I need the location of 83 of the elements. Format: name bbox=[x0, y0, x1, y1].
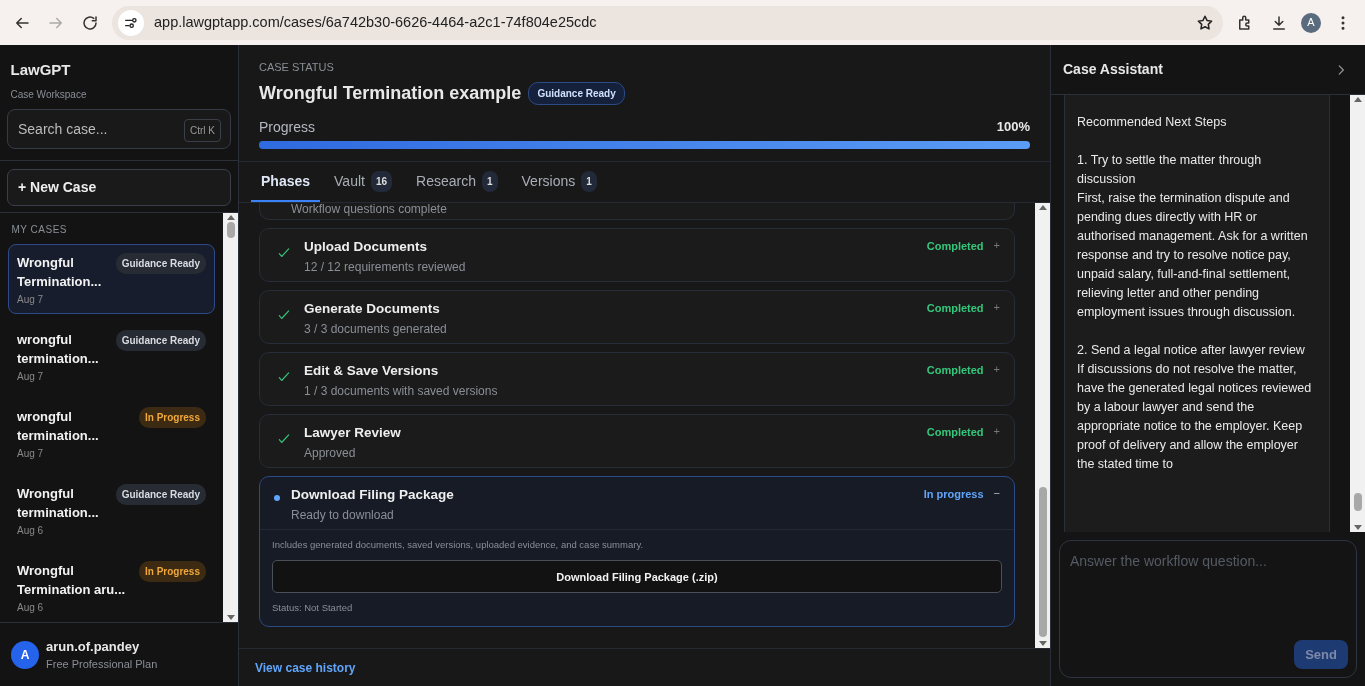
package-description: Includes generated documents, saved versions, uploaded evidence, and case summary. bbox=[272, 538, 645, 552]
case-date: Aug 7 bbox=[17, 370, 45, 384]
message-paragraph: Recommended Next Steps bbox=[1077, 114, 1228, 131]
scroll-thumb[interactable] bbox=[1353, 493, 1362, 511]
message-paragraph: 1. Try to settle the matter through discussion First, raise the termination dispute and pending dues directly with HR or authorised management. Ask for a written response and try to resolve notice pay, unpaid salary, full-and-final settlement, relieving letter and other pending employment issues through discussion. bbox=[1077, 152, 1309, 321]
phase-status: Completed bbox=[926, 425, 984, 440]
user-avatar: A bbox=[11, 640, 39, 669]
scroll-down-icon[interactable] bbox=[1038, 641, 1047, 646]
phase-subtitle: Approved bbox=[304, 445, 357, 461]
download-button[interactable]: Download Filing Package (.zip) bbox=[272, 560, 1002, 594]
section-heading: MY CASES bbox=[10, 223, 68, 237]
scroll-up-icon[interactable] bbox=[1353, 97, 1362, 102]
phase-subtitle: Ready to download bbox=[291, 507, 395, 523]
scroll-up-icon[interactable] bbox=[1038, 205, 1047, 210]
tab[interactable]: Research 1 bbox=[406, 162, 508, 202]
case-title: Wrongful termination... bbox=[17, 485, 100, 522]
case-title: Wrongful Termination example bbox=[259, 81, 522, 105]
case-date: Aug 7 bbox=[17, 447, 45, 461]
case-item[interactable]: wrongful termination... Aug 7 Guidance Ready bbox=[8, 321, 215, 391]
phase-status: Completed bbox=[926, 239, 984, 254]
scroll-down-icon[interactable] bbox=[226, 615, 235, 620]
scroll-up-icon[interactable] bbox=[226, 215, 235, 220]
progress-label: Progress bbox=[259, 117, 316, 137]
progress-value: 100% bbox=[996, 117, 1030, 136]
count-badge: 1 bbox=[481, 170, 498, 192]
expand-toggle[interactable]: + bbox=[991, 300, 1002, 314]
case-date: Aug 7 bbox=[17, 293, 45, 307]
scrollbar[interactable] bbox=[223, 213, 238, 622]
status-tag: In Progress bbox=[138, 407, 206, 428]
user-plan: Free Professional Plan bbox=[46, 657, 158, 672]
phase-status: In progress bbox=[923, 487, 984, 502]
phase-status: Completed bbox=[926, 301, 984, 316]
scrollbar[interactable] bbox=[1035, 203, 1050, 648]
panel-title: Case Assistant bbox=[1063, 60, 1163, 79]
expand-toggle[interactable]: − bbox=[991, 486, 1002, 500]
phase-subtitle: 1 / 3 documents with saved versions bbox=[304, 383, 499, 399]
count-badge: 16 bbox=[370, 170, 393, 192]
status-tag: Guidance Ready bbox=[115, 330, 206, 351]
user-name: arun.of.pandey bbox=[46, 637, 141, 656]
site-settings-icon[interactable] bbox=[118, 9, 144, 36]
profile-avatar[interactable]: A bbox=[1301, 12, 1321, 33]
brand-subtitle: Case Workspace bbox=[9, 87, 88, 102]
expand-toggle[interactable]: + bbox=[991, 424, 1002, 438]
phase-title: Lawyer Review bbox=[304, 424, 402, 442]
history-link[interactable]: View case history bbox=[255, 658, 356, 677]
shortcut-hint: Ctrl K bbox=[184, 118, 221, 142]
expand-toggle[interactable]: + bbox=[991, 238, 1002, 252]
case-status-label: CASE STATUS bbox=[259, 60, 335, 75]
brand-name: LawGPT bbox=[9, 60, 72, 80]
phase-title: Download Filing Package bbox=[291, 486, 455, 504]
expand-toggle[interactable]: + bbox=[991, 362, 1002, 376]
case-date: Aug 6 bbox=[17, 601, 45, 615]
tab[interactable]: Vault 16 bbox=[324, 162, 403, 202]
count-badge: 1 bbox=[581, 170, 597, 192]
status-tag: In Progress bbox=[138, 561, 206, 582]
tab[interactable]: Versions 1 bbox=[511, 162, 607, 202]
phase-status: Completed bbox=[926, 363, 984, 378]
phase-subtitle: 3 / 3 documents generated bbox=[304, 321, 448, 337]
status-dot bbox=[274, 495, 280, 501]
phase-title: Edit & Save Versions bbox=[304, 362, 440, 380]
phase-subtitle: 12 / 12 requirements reviewed bbox=[304, 259, 467, 275]
case-date: Aug 6 bbox=[17, 524, 45, 538]
case-title: Wrongful Termination aru... bbox=[17, 562, 127, 599]
case-title: wrongful termination... bbox=[17, 408, 100, 445]
scrollbar[interactable] bbox=[1350, 95, 1365, 532]
status-tag: Guidance Ready bbox=[528, 81, 625, 105]
new-case-button[interactable]: + New Case bbox=[7, 169, 231, 206]
case-item[interactable]: Wrongful Termination aru... Aug 6 In Progress bbox=[8, 552, 215, 622]
phase-subtitle: Workflow questions complete bbox=[291, 203, 448, 217]
case-title: Wrongful Termination... bbox=[17, 254, 103, 291]
scroll-thumb[interactable] bbox=[226, 222, 235, 238]
download-status: Status: Not Started bbox=[272, 601, 354, 616]
phase-title: Generate Documents bbox=[304, 300, 441, 318]
case-title: wrongful termination... bbox=[17, 331, 100, 368]
phase-title: Upload Documents bbox=[304, 238, 428, 256]
case-item[interactable]: Wrongful Termination... Aug 7 Guidance Ready bbox=[8, 244, 215, 314]
case-item[interactable]: Wrongful termination... Aug 6 Guidance Ready bbox=[8, 475, 215, 545]
scroll-down-icon[interactable] bbox=[1353, 525, 1362, 530]
status-tag: Guidance Ready bbox=[115, 253, 206, 274]
message-paragraph: 2. Send a legal notice after lawyer review If discussions do not resolve the matter, have the generated legal notices reviewed by a labour lawyer and send the appropriate notice to the employer. Keep proof of delivery and allow the employer the stated time to bbox=[1077, 342, 1313, 473]
case-item[interactable]: wrongful termination... Aug 7 In Progress bbox=[8, 398, 215, 468]
status-tag: Guidance Ready bbox=[115, 484, 206, 505]
scroll-thumb[interactable] bbox=[1038, 487, 1047, 637]
